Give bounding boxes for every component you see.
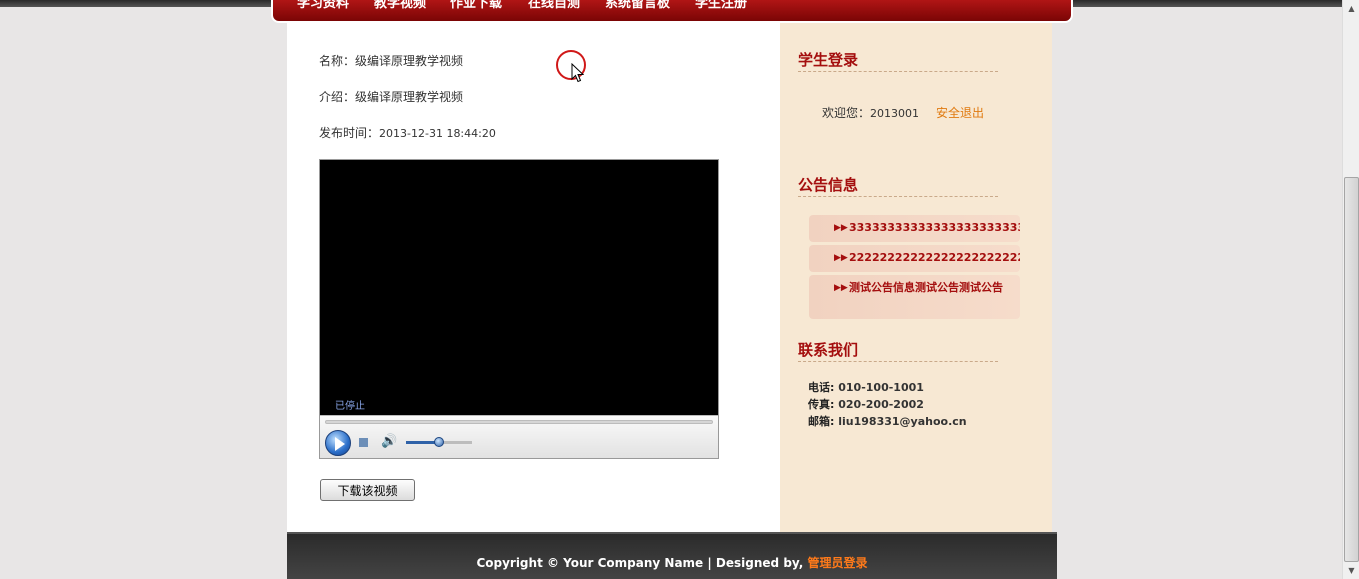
email-label: 邮箱: [808, 415, 835, 428]
video-name-label: 名称： [319, 54, 356, 68]
nav-item-study-materials[interactable]: 学习资料 [297, 0, 349, 11]
user-id: 2013001 [870, 107, 920, 120]
notice-text: 33333333333333333333333333 [849, 221, 1020, 234]
notice-text: 22222222222222222222222222 [849, 251, 1020, 264]
video-name-row: 名称：级编译原理教学视频 [319, 52, 463, 69]
nav-item-student-register[interactable]: 学生注册 [695, 0, 747, 11]
double-arrow-right-icon: ▶▶ [834, 223, 848, 233]
login-heading: 学生登录 [798, 49, 998, 72]
copyright-text: Copyright © Your Company Name | Designed… [476, 556, 808, 570]
video-intro-value: 级编译原理教学视频 [355, 90, 464, 104]
sidebar: 学生登录 欢迎您：2013001 安全退出 公告信息 ▶▶ 3333333333… [780, 23, 1052, 532]
notice-heading: 公告信息 [798, 174, 998, 197]
volume-knob[interactable] [434, 437, 444, 447]
double-arrow-right-icon: ▶▶ [834, 253, 848, 263]
video-screen[interactable] [320, 160, 718, 415]
main-content: 名称：级编译原理教学视频 介绍：级编译原理教学视频 发布时间：2013-12-3… [287, 23, 780, 532]
contact-heading: 联系我们 [798, 339, 998, 362]
fax-label: 传真: [808, 398, 835, 411]
contact-email: 邮箱: liu198331@yahoo.cn [808, 413, 967, 429]
footer: Copyright © Your Company Name | Designed… [287, 532, 1057, 579]
logout-link[interactable]: 安全退出 [936, 104, 984, 121]
double-arrow-right-icon: ▶▶ [834, 283, 848, 293]
scroll-up-arrow-icon[interactable]: ▲ [1343, 0, 1359, 17]
nav-item-message-board[interactable]: 系统留言板 [605, 0, 670, 11]
notice-text: 测试公告信息测试公告测试公告 [849, 281, 1003, 294]
phone-value: 010-100-1001 [838, 381, 924, 394]
video-player[interactable]: 已停止 🔊 [319, 159, 719, 459]
player-status: 已停止 [335, 401, 365, 412]
notice-item[interactable]: ▶▶ 33333333333333333333333333 [809, 215, 1020, 242]
volume-slider[interactable] [406, 437, 472, 447]
publish-time-label: 发布时间： [319, 126, 380, 140]
footer-text: Copyright © Your Company Name | Designed… [287, 554, 1057, 571]
player-controls: 🔊 [320, 415, 718, 458]
stop-icon[interactable] [359, 438, 368, 447]
email-value: liu198331@yahoo.cn [838, 415, 967, 428]
fax-value: 020-200-2002 [838, 398, 924, 411]
mouse-cursor-icon [571, 63, 584, 83]
video-name-value: 级编译原理教学视频 [355, 54, 464, 68]
nav-item-homework-download[interactable]: 作业下载 [450, 0, 502, 11]
seek-bar[interactable] [325, 420, 713, 424]
notice-item[interactable]: ▶▶ 测试公告信息测试公告测试公告 [809, 275, 1020, 319]
video-intro-row: 介绍：级编译原理教学视频 [319, 88, 463, 105]
welcome-text: 欢迎您：2013001 [822, 104, 919, 121]
download-video-button[interactable]: 下载该视频 [320, 479, 415, 501]
welcome-label: 欢迎您： [822, 106, 871, 120]
main-nav: 学习资料 教学视频 作业下载 在线自测 系统留言板 学生注册 [271, 0, 1073, 23]
vertical-scrollbar[interactable]: ▲ ▼ [1342, 0, 1359, 579]
scrollbar-thumb[interactable] [1344, 177, 1359, 562]
volume-icon[interactable]: 🔊 [381, 434, 397, 449]
nav-item-online-test[interactable]: 在线自测 [528, 0, 580, 11]
phone-label: 电话: [808, 381, 835, 394]
contact-phone: 电话: 010-100-1001 [808, 379, 924, 395]
notice-item[interactable]: ▶▶ 22222222222222222222222222 [809, 245, 1020, 272]
publish-time-row: 发布时间：2013-12-31 18:44:20 [319, 124, 496, 141]
publish-time-value: 2013-12-31 18:44:20 [379, 127, 496, 140]
admin-login-link[interactable]: 管理员登录 [808, 556, 868, 570]
nav-item-teaching-videos[interactable]: 教学视频 [374, 0, 426, 11]
scroll-down-arrow-icon[interactable]: ▼ [1343, 562, 1359, 579]
play-icon[interactable] [325, 430, 351, 456]
video-intro-label: 介绍： [319, 90, 356, 104]
contact-fax: 传真: 020-200-2002 [808, 396, 924, 412]
